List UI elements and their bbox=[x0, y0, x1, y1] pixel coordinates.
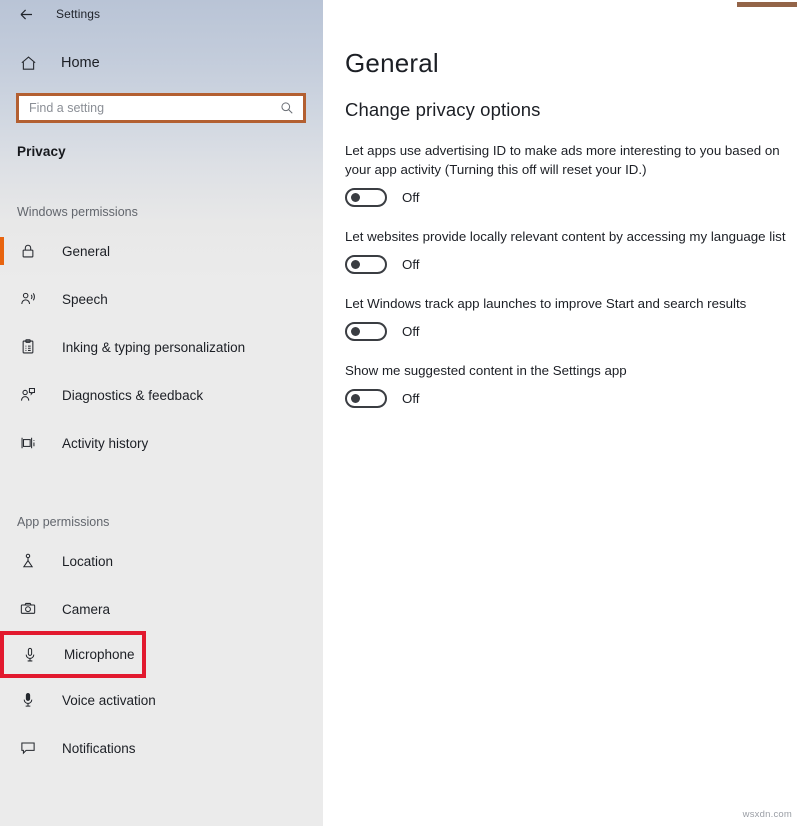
setting-language-list: Let websites provide locally relevant co… bbox=[345, 227, 797, 274]
main-content: General Change privacy options Let apps … bbox=[323, 0, 800, 826]
toggle-row: Off bbox=[345, 322, 797, 341]
sidebar-item-label: Voice activation bbox=[62, 692, 156, 708]
setting-suggested-content: Show me suggested content in the Setting… bbox=[345, 361, 797, 408]
sidebar-item-label: Notifications bbox=[62, 740, 136, 756]
camera-icon bbox=[17, 598, 39, 620]
activity-history-icon bbox=[17, 432, 39, 454]
home-icon bbox=[17, 52, 39, 74]
sidebar-item-camera[interactable]: Camera bbox=[0, 585, 323, 633]
home-label: Home bbox=[61, 55, 100, 71]
search-box[interactable] bbox=[16, 93, 306, 123]
setting-track-app-launches: Let Windows track app launches to improv… bbox=[345, 294, 797, 341]
sidebar-item-voice-activation[interactable]: Voice activation bbox=[0, 676, 323, 724]
toggle-row: Off bbox=[345, 255, 797, 274]
watermark: wsxdn.com bbox=[742, 809, 792, 820]
search-input[interactable] bbox=[29, 101, 279, 115]
toggle-suggested-content[interactable] bbox=[345, 389, 387, 408]
toggle-language-list[interactable] bbox=[345, 255, 387, 274]
top-accent-strip bbox=[737, 2, 797, 7]
sidebar-item-microphone[interactable]: Microphone bbox=[0, 631, 146, 678]
setting-description: Let Windows track app launches to improv… bbox=[345, 296, 747, 311]
toggle-advertising-id[interactable] bbox=[345, 188, 387, 207]
notification-bubble-icon bbox=[17, 737, 39, 759]
toggle-state-label: Off bbox=[402, 257, 420, 272]
page-title: General bbox=[345, 48, 439, 78]
toggle-track-app-launches[interactable] bbox=[345, 322, 387, 341]
toggle-knob bbox=[351, 193, 360, 202]
setting-description: Let apps use advertising ID to make ads … bbox=[345, 143, 780, 177]
voice-activation-icon bbox=[17, 689, 39, 711]
microphone-icon bbox=[19, 644, 41, 666]
sidebar-item-label: General bbox=[62, 243, 111, 259]
sidebar-item-label: Microphone bbox=[64, 647, 135, 662]
sidebar: Settings Home Priva bbox=[0, 0, 323, 826]
clipboard-icon bbox=[17, 336, 39, 358]
sidebar-item-speech[interactable]: Speech bbox=[0, 275, 323, 323]
toggle-row: Off bbox=[345, 389, 797, 408]
sidebar-item-label: Diagnostics & feedback bbox=[62, 387, 204, 403]
window-title: Settings bbox=[56, 7, 101, 21]
setting-description: Show me suggested content in the Setting… bbox=[345, 363, 627, 378]
sidebar-item-label: Activity history bbox=[62, 435, 149, 451]
sidebar-item-label: Camera bbox=[62, 601, 111, 617]
toggle-state-label: Off bbox=[402, 190, 420, 205]
sidebar-item-location[interactable]: Location bbox=[0, 537, 323, 585]
lock-icon bbox=[17, 240, 39, 262]
sidebar-item-label: Speech bbox=[62, 291, 108, 307]
sidebar-item-label: Inking & typing personalization bbox=[62, 339, 246, 355]
back-arrow-icon[interactable] bbox=[14, 2, 38, 26]
section-title: Change privacy options bbox=[345, 99, 541, 120]
toggle-state-label: Off bbox=[402, 324, 420, 339]
toggle-knob bbox=[351, 327, 360, 336]
sidebar-item-diagnostics-feedback[interactable]: Diagnostics & feedback bbox=[0, 371, 323, 419]
location-pin-icon bbox=[17, 550, 39, 572]
search-container bbox=[16, 93, 309, 123]
sidebar-item-activity-history[interactable]: Activity history bbox=[0, 419, 323, 467]
sidebar-item-inking-typing-personalization[interactable]: Inking & typing personalization bbox=[0, 323, 323, 371]
sidebar-item-home[interactable]: Home bbox=[0, 46, 323, 80]
person-feedback-icon bbox=[17, 384, 39, 406]
sidebar-item-label: Location bbox=[62, 553, 114, 569]
setting-description: Let websites provide locally relevant co… bbox=[345, 229, 786, 244]
search-icon[interactable] bbox=[279, 100, 295, 116]
sidebar-category-title: Privacy bbox=[17, 144, 66, 159]
setting-advertising-id: Let apps use advertising ID to make ads … bbox=[345, 141, 797, 207]
title-bar: Settings bbox=[0, 0, 323, 28]
speech-person-icon bbox=[17, 288, 39, 310]
toggle-knob bbox=[351, 260, 360, 269]
toggle-state-label: Off bbox=[402, 391, 420, 406]
group-label-app-permissions: App permissions bbox=[17, 515, 110, 529]
toggle-knob bbox=[351, 394, 360, 403]
settings-window: Settings Home Priva bbox=[0, 0, 800, 826]
group-label-windows-permissions: Windows permissions bbox=[17, 205, 138, 219]
sidebar-item-general[interactable]: General bbox=[0, 227, 323, 275]
toggle-row: Off bbox=[345, 188, 797, 207]
sidebar-item-notifications[interactable]: Notifications bbox=[0, 724, 323, 772]
